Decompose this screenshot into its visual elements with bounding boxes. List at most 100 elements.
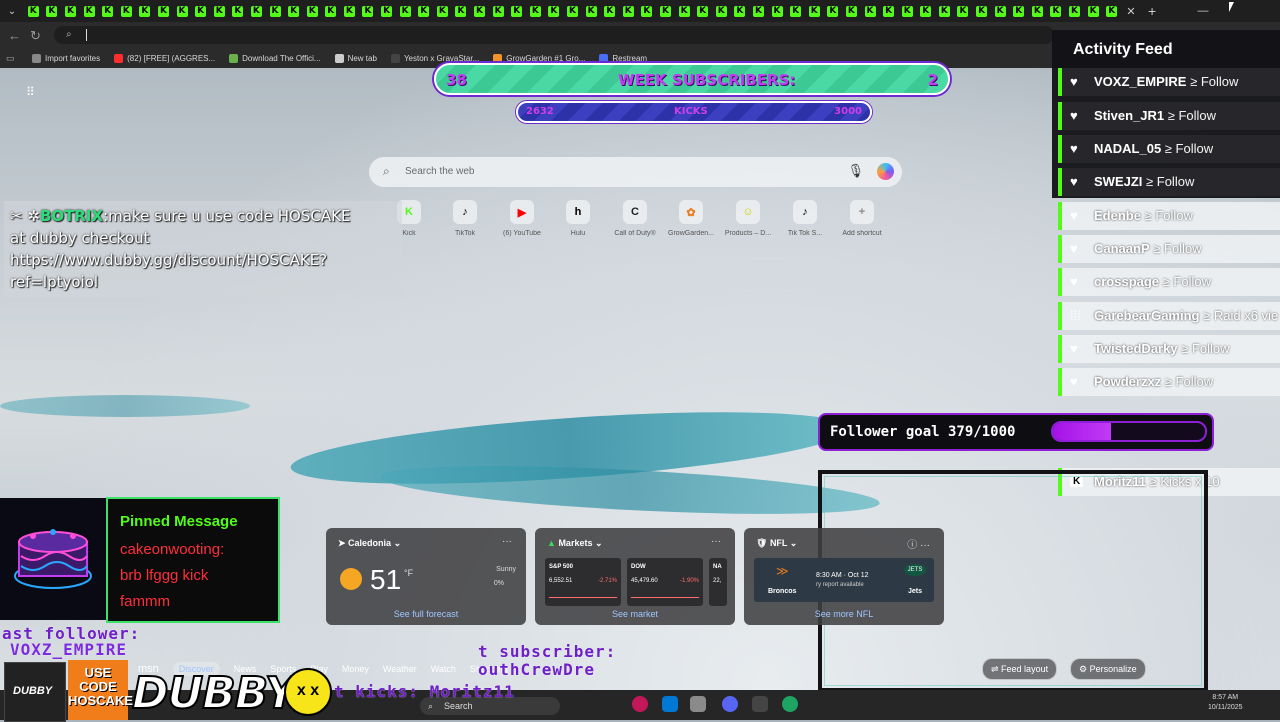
kick-tab[interactable]: K [507,0,526,22]
markets-card[interactable]: ▲ Markets ⌄ ··· S&P 500 6,552.51 -2.71% DO… [535,528,735,625]
kick-tab[interactable]: K [563,0,582,22]
markets-link[interactable]: See market [535,609,735,619]
more-icon[interactable]: ⓘ ··· [907,536,930,551]
kick-tab[interactable]: K [61,0,80,22]
more-icon[interactable]: ··· [502,536,512,547]
kick-tab[interactable]: K [693,0,712,22]
url-input[interactable] [54,26,1054,44]
kick-tab[interactable]: K [1065,0,1084,22]
more-icon[interactable]: ··· [711,536,721,547]
kick-tab[interactable]: K [582,0,601,22]
kick-tab[interactable]: K [266,0,285,22]
favorite-item[interactable]: Import favorites [32,53,100,63]
shortcut-tile[interactable]: ▶ (6) YouTube [493,200,551,237]
kick-tab[interactable]: K [98,0,117,22]
microphone-icon[interactable]: 🎙 [847,163,864,179]
shortcut-tile[interactable]: ♪ TikTok [436,200,494,237]
shortcut-tile[interactable]: ☺ Products – D... [719,200,777,237]
favorite-item[interactable]: Download The Offici... [229,53,321,63]
kick-tab[interactable]: K [396,0,415,22]
copilot-icon[interactable] [877,163,894,180]
minimize-icon[interactable]: — [1188,0,1218,22]
kick-tab[interactable]: K [786,0,805,22]
kick-tab[interactable]: K [638,0,657,22]
kick-tab[interactable]: K [842,0,861,22]
back-icon[interactable]: ← [8,28,21,43]
msn-tab[interactable]: Weather [383,664,417,674]
kick-tab[interactable]: K [731,0,750,22]
weather-link[interactable]: See full forecast [326,609,526,619]
nfl-card[interactable]: 🛡 NFL ⌄ ⓘ ··· ≫ Broncos 8:30 AM · Oct 12… [744,528,944,625]
kick-tab[interactable]: K [656,0,675,22]
close-tab-icon[interactable]: ✕ [1121,5,1141,18]
kick-tab[interactable]: K [322,0,341,22]
kick-tab[interactable]: K [247,0,266,22]
favorite-item[interactable]: New tab [334,53,377,63]
nfl-link[interactable]: See more NFL [744,609,944,619]
sidebar-toggle-icon[interactable]: ▭ [6,53,18,64]
app-icon[interactable] [632,696,648,712]
kick-tab[interactable]: K [545,0,564,22]
favorite-item[interactable]: (82) [FREE] (AGGRES... [114,53,215,63]
app-icon[interactable] [690,696,706,712]
kick-tab[interactable]: K [210,0,229,22]
shortcut-tile[interactable]: ♪ Tik Tok S... [776,200,834,237]
kick-tab[interactable]: K [972,0,991,22]
game-tile[interactable]: ≫ Broncos 8:30 AM · Oct 12 ry report ava… [754,558,934,602]
kick-tab[interactable]: K [861,0,880,22]
kick-tab[interactable]: K [173,0,192,22]
market-tile[interactable]: S&P 500 6,552.51 -2.71% [545,558,621,606]
kick-tab[interactable]: K [229,0,248,22]
chrome-icon[interactable] [782,696,798,712]
kick-tab[interactable]: K [675,0,694,22]
kick-tab[interactable]: K [433,0,452,22]
kick-tab[interactable]: K [600,0,619,22]
msn-tab[interactable]: Watch [431,664,456,674]
market-tile[interactable]: NA 22, [709,558,727,606]
kick-tab[interactable]: K [489,0,508,22]
kick-tab[interactable]: K [154,0,173,22]
apps-grid-icon[interactable]: ⠿ [26,85,38,99]
msn-tab[interactable]: Money [342,664,369,674]
market-tile[interactable]: DOW 45,479.60 -1.90% [627,558,703,606]
new-tab-icon[interactable]: + [1141,3,1163,19]
kick-tab[interactable]: K [1047,0,1066,22]
kick-tab[interactable]: K [1028,0,1047,22]
favorite-item[interactable]: GrowGarden #1 Gro... [493,53,585,63]
discord-icon[interactable] [722,696,738,712]
favorite-item[interactable]: Restream [599,53,647,63]
kick-tab[interactable]: K [452,0,471,22]
outlook-icon[interactable] [662,696,678,712]
kick-tab[interactable]: K [1102,0,1121,22]
refresh-icon[interactable]: ↻ [30,28,41,44]
kick-tab[interactable]: K [824,0,843,22]
kick-tab[interactable]: K [619,0,638,22]
kick-tab[interactable]: K [1084,0,1103,22]
shortcut-tile[interactable]: ✿ GrowGarden... [662,200,720,237]
kick-tab[interactable]: K [377,0,396,22]
kick-tab[interactable]: K [80,0,99,22]
web-search-box[interactable]: ⌕ Search the web 🎙 [369,157,902,187]
kick-tab[interactable]: K [917,0,936,22]
kick-tab[interactable]: K [414,0,433,22]
shortcut-tile[interactable]: h Hulu [549,200,607,237]
shortcut-tile[interactable]: + Add shortcut [833,200,891,237]
tab-actions-icon[interactable]: ⌄ [0,6,24,17]
taskbar-clock[interactable]: 8:57 AM 10/11/2025 [1208,693,1243,713]
kick-tab[interactable]: K [768,0,787,22]
kick-tab[interactable]: K [712,0,731,22]
kick-tab[interactable]: K [935,0,954,22]
personalize-button[interactable]: ⚙ Personalize [1070,658,1146,680]
favorite-item[interactable]: Yeston x GravaStar... [390,53,479,63]
kick-tab[interactable]: K [898,0,917,22]
kick-tab[interactable]: K [991,0,1010,22]
kick-tab[interactable]: K [805,0,824,22]
kick-tab[interactable]: K [470,0,489,22]
kick-tab[interactable]: K [749,0,768,22]
kick-tab[interactable]: K [340,0,359,22]
kick-tab[interactable]: K [191,0,210,22]
kick-tab[interactable]: K [117,0,136,22]
kick-tab[interactable]: K [879,0,898,22]
kick-tab[interactable]: K [136,0,155,22]
kick-tab[interactable]: K [954,0,973,22]
